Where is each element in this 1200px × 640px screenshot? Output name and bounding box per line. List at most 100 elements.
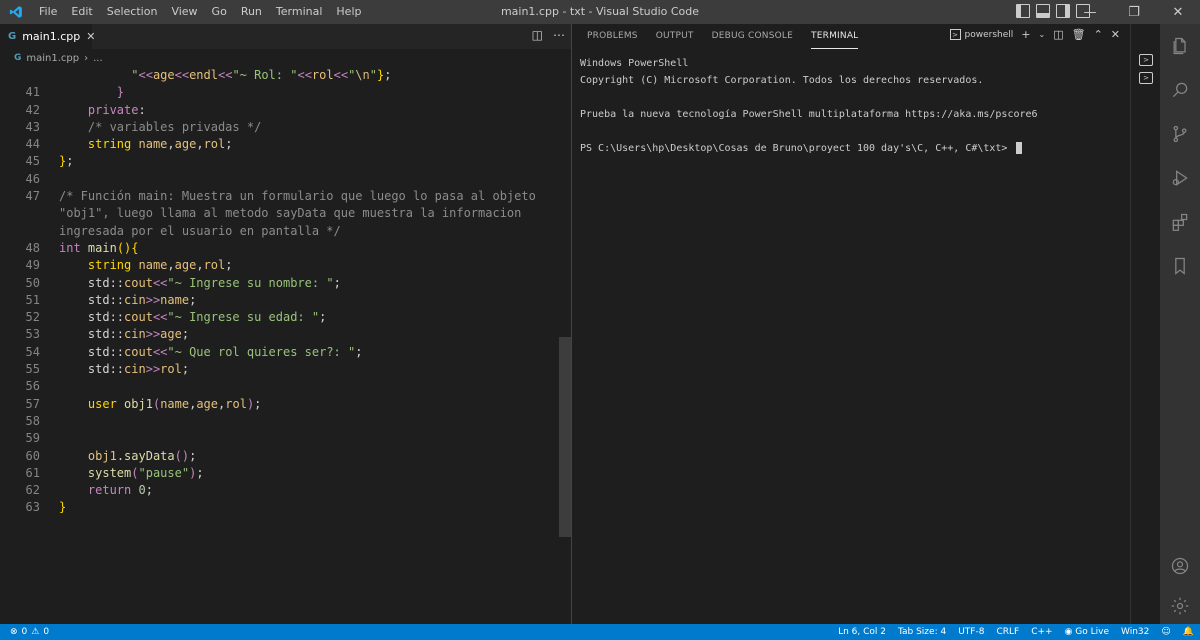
editor-pane: G main1.cpp ✕ ◫ ⋯ G main1.cpp › ... "<<a… bbox=[0, 24, 572, 624]
menu-terminal[interactable]: Terminal bbox=[269, 0, 330, 24]
terminal-list: > > bbox=[1130, 24, 1160, 624]
broadcast-icon: ◉ bbox=[1064, 627, 1073, 637]
encoding[interactable]: UTF-8 bbox=[958, 627, 984, 637]
cursor-position[interactable]: Ln 6, Col 2 bbox=[838, 627, 886, 637]
terminal-selector[interactable]: > powershell bbox=[949, 29, 1013, 40]
code-line: 58 bbox=[25, 413, 40, 428]
code-line: 50 std::cout<<"~ Ingrese su nombre: "; bbox=[25, 275, 341, 290]
explorer-icon[interactable] bbox=[1160, 24, 1200, 68]
warning-count: 0 bbox=[43, 627, 50, 637]
editor-actions: ◫ ⋯ bbox=[532, 28, 565, 42]
tab-label: main1.cpp bbox=[22, 30, 81, 43]
vscode-logo-icon bbox=[4, 0, 28, 24]
terminal-output[interactable]: Windows PowerShell Copyright (C) Microso… bbox=[573, 49, 1130, 163]
go-live-button[interactable]: ◉ Go Live bbox=[1065, 627, 1109, 637]
terminal-prompt: PS C:\Users\hp\Desktop\Cosas de Bruno\pr… bbox=[580, 143, 1014, 154]
tab-output[interactable]: OUTPUT bbox=[656, 24, 694, 49]
code-line: 61 system("pause"); bbox=[25, 465, 204, 480]
trash-icon[interactable]: 🗑 bbox=[1072, 28, 1086, 41]
code-line: 42 private: bbox=[25, 102, 146, 117]
restore-icon[interactable]: ❐ bbox=[1112, 0, 1156, 24]
new-terminal-icon[interactable]: + bbox=[1021, 28, 1030, 41]
maximize-panel-icon[interactable]: ⌃ bbox=[1094, 28, 1103, 41]
breadcrumb-more[interactable]: ... bbox=[93, 53, 103, 64]
code-line: 56 bbox=[25, 379, 40, 394]
tab-terminal[interactable]: TERMINAL bbox=[811, 24, 859, 49]
platform[interactable]: Win32 bbox=[1121, 627, 1149, 637]
breadcrumb-separator: › bbox=[84, 52, 89, 64]
code-line: ingresada por el usuario en pantalla */ bbox=[59, 223, 341, 238]
breadcrumb-file[interactable]: main1.cpp bbox=[26, 53, 79, 64]
account-icon[interactable] bbox=[1160, 544, 1200, 588]
tab-size[interactable]: Tab Size: 4 bbox=[898, 627, 946, 637]
menu-edit[interactable]: Edit bbox=[64, 0, 99, 24]
tab-main1-cpp[interactable]: G main1.cpp ✕ bbox=[0, 24, 95, 49]
terminal-cursor bbox=[1016, 142, 1023, 154]
close-window-icon[interactable]: ✕ bbox=[1156, 0, 1200, 24]
window-controls: — ❐ ✕ bbox=[1068, 0, 1200, 24]
menu-run[interactable]: Run bbox=[234, 0, 269, 24]
code-line: 46 bbox=[25, 171, 40, 186]
tab-debug-console[interactable]: DEBUG CONSOLE bbox=[712, 24, 793, 49]
chevron-down-icon[interactable]: ⌄ bbox=[1038, 30, 1045, 39]
menu-selection[interactable]: Selection bbox=[100, 0, 165, 24]
panel-actions: > powershell + ⌄ ◫ 🗑 ⌃ ✕ bbox=[949, 28, 1120, 41]
close-tab-icon[interactable]: ✕ bbox=[86, 30, 95, 43]
notifications-bell-icon[interactable]: 🔔 bbox=[1183, 627, 1194, 637]
search-icon[interactable] bbox=[1160, 68, 1200, 112]
language-mode[interactable]: C++ bbox=[1031, 627, 1052, 637]
bookmark-icon[interactable] bbox=[1160, 244, 1200, 288]
close-panel-icon[interactable]: ✕ bbox=[1111, 28, 1120, 41]
code-line: 45}; bbox=[25, 154, 74, 169]
feedback-icon[interactable]: ☺ bbox=[1161, 627, 1170, 637]
editor-scrollbar[interactable] bbox=[559, 67, 571, 624]
code-line: 52 std::cout<<"~ Ingrese su edad: "; bbox=[25, 310, 327, 325]
extensions-icon[interactable] bbox=[1160, 200, 1200, 244]
code-line: 62 return 0; bbox=[25, 483, 153, 498]
error-count: 0 bbox=[21, 627, 28, 637]
terminal-line: Prueba la nueva tecnología PowerShell mu… bbox=[580, 109, 1038, 120]
toggle-panel-icon[interactable] bbox=[1036, 4, 1050, 18]
problems-status[interactable]: ⊗ 0 ⚠ 0 bbox=[0, 627, 49, 637]
error-icon: ⊗ bbox=[10, 627, 18, 637]
title-bar: File Edit Selection View Go Run Terminal… bbox=[0, 0, 1200, 24]
terminal-prompt-line: PS C:\Users\hp\Desktop\Cosas de Bruno\pr… bbox=[580, 140, 1123, 157]
menu-go[interactable]: Go bbox=[205, 0, 234, 24]
code-line: 49 string name,age,rol; bbox=[25, 258, 233, 273]
panel-tab-bar: PROBLEMS OUTPUT DEBUG CONSOLE TERMINAL >… bbox=[573, 24, 1130, 49]
menu-view[interactable]: View bbox=[164, 0, 204, 24]
code-line: 43 /* variables privadas */ bbox=[25, 119, 262, 134]
cpp-file-icon: G bbox=[8, 31, 17, 42]
code-area[interactable]: "<<age<<endl<<"~ Rol: "<<rol<<"\n"}; 41 … bbox=[0, 67, 560, 517]
status-bar: ⊗ 0 ⚠ 0 Ln 6, Col 2 Tab Size: 4 UTF-8 CR… bbox=[0, 624, 1200, 640]
go-live-label: Go Live bbox=[1075, 627, 1110, 637]
source-control-icon[interactable] bbox=[1160, 112, 1200, 156]
code-line: 47/* Función main: Muestra un formulario… bbox=[25, 189, 536, 204]
run-debug-icon[interactable] bbox=[1160, 156, 1200, 200]
code-line: 53 std::cin>>age; bbox=[25, 327, 190, 342]
code-line: "<<age<<endl<<"~ Rol: "<<rol<<"\n"}; bbox=[131, 68, 392, 82]
terminal-line: Copyright (C) Microsoft Corporation. Tod… bbox=[580, 75, 984, 86]
editor-scrollbar-thumb[interactable] bbox=[559, 337, 571, 537]
tab-problems[interactable]: PROBLEMS bbox=[587, 24, 638, 49]
minimize-icon[interactable]: — bbox=[1068, 0, 1112, 24]
terminal-line: Windows PowerShell bbox=[580, 58, 689, 69]
end-of-line[interactable]: CRLF bbox=[996, 627, 1019, 637]
cpp-file-icon: G bbox=[14, 53, 22, 63]
terminal-instance-icon[interactable]: > bbox=[1139, 72, 1153, 84]
code-line: 59 bbox=[25, 431, 40, 446]
split-editor-icon[interactable]: ◫ bbox=[532, 28, 543, 42]
code-line: 63} bbox=[25, 500, 67, 515]
code-line: 44 string name,age,rol; bbox=[25, 137, 233, 152]
code-line: 55 std::cin>>rol; bbox=[25, 362, 190, 377]
more-actions-icon[interactable]: ⋯ bbox=[553, 28, 565, 42]
terminal-instance-icon[interactable]: > bbox=[1139, 54, 1153, 66]
menu-file[interactable]: File bbox=[32, 0, 64, 24]
split-terminal-icon[interactable]: ◫ bbox=[1053, 28, 1063, 41]
settings-gear-icon[interactable] bbox=[1160, 584, 1200, 628]
menu-help[interactable]: Help bbox=[329, 0, 368, 24]
code-line: 60 obj1.sayData(); bbox=[25, 448, 197, 463]
toggle-sidebar-icon[interactable] bbox=[1016, 4, 1030, 18]
